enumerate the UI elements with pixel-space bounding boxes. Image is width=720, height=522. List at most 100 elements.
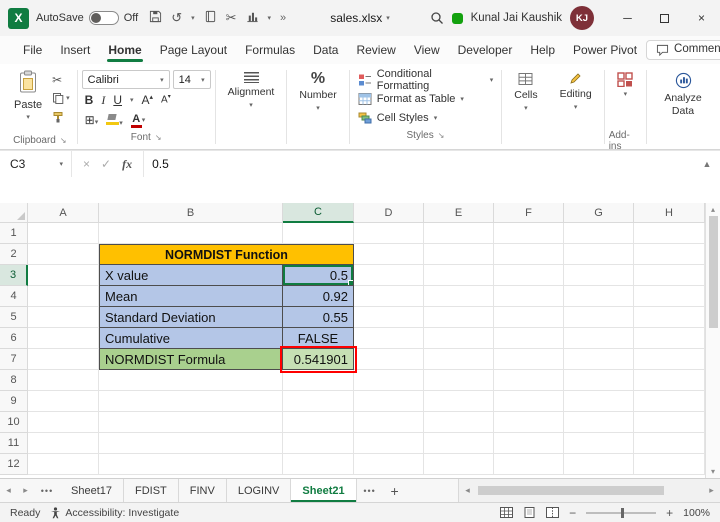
cell[interactable] bbox=[354, 286, 424, 307]
cell[interactable] bbox=[634, 244, 705, 265]
cell[interactable] bbox=[494, 286, 564, 307]
cell[interactable] bbox=[494, 391, 564, 412]
cell[interactable] bbox=[634, 223, 705, 244]
cell-styles-button[interactable]: Cell Styles▾ bbox=[354, 108, 498, 127]
cut-icon[interactable]: ✂ bbox=[52, 72, 70, 87]
cell[interactable] bbox=[564, 223, 634, 244]
cell[interactable] bbox=[564, 412, 634, 433]
tab-review[interactable]: Review bbox=[347, 37, 404, 64]
cell[interactable] bbox=[424, 433, 494, 454]
tab-developer[interactable]: Developer bbox=[449, 37, 522, 64]
row-header-1[interactable]: 1 bbox=[0, 223, 28, 244]
row-header-8[interactable]: 8 bbox=[0, 370, 28, 391]
format-as-table-button[interactable]: Format as Table▾ bbox=[354, 89, 498, 108]
cell[interactable] bbox=[564, 349, 634, 370]
cell[interactable] bbox=[28, 307, 99, 328]
sheet-tab-finv[interactable]: FINV bbox=[179, 479, 227, 502]
tab-home[interactable]: Home bbox=[99, 37, 150, 64]
tab-insert[interactable]: Insert bbox=[51, 37, 99, 64]
cell[interactable] bbox=[494, 454, 564, 475]
tab-formulas[interactable]: Formulas bbox=[236, 37, 304, 64]
cell[interactable] bbox=[28, 223, 99, 244]
maximize-button[interactable] bbox=[646, 0, 683, 36]
font-color-button[interactable]: A▾ bbox=[131, 112, 146, 128]
cell[interactable] bbox=[424, 454, 494, 475]
cell[interactable] bbox=[28, 433, 99, 454]
avatar[interactable]: KJ bbox=[570, 6, 594, 30]
qat-chart-icon[interactable] bbox=[246, 10, 259, 26]
conditional-formatting-button[interactable]: Conditional Formatting▾ bbox=[354, 70, 498, 89]
cell[interactable] bbox=[634, 286, 705, 307]
cell[interactable] bbox=[283, 433, 354, 454]
zoom-in-button[interactable]: + bbox=[666, 506, 673, 520]
name-box[interactable]: C3 ▾ bbox=[0, 151, 72, 177]
borders-button[interactable]: ⊞▾ bbox=[85, 114, 99, 126]
number-button[interactable]: % Number ▾ bbox=[291, 67, 344, 112]
cell[interactable] bbox=[99, 412, 283, 433]
cell[interactable] bbox=[424, 286, 494, 307]
selected-cell-c3[interactable]: 0.5 bbox=[283, 265, 354, 286]
cell[interactable] bbox=[424, 307, 494, 328]
scroll-up-icon[interactable]: ▴ bbox=[711, 203, 715, 216]
cell-x-value-label[interactable]: X value bbox=[99, 265, 283, 286]
cell[interactable] bbox=[354, 391, 424, 412]
decrease-font-button[interactable]: A▾ bbox=[161, 94, 171, 105]
column-header-b[interactable]: B bbox=[99, 203, 283, 223]
cell[interactable] bbox=[564, 286, 634, 307]
cell[interactable] bbox=[424, 391, 494, 412]
cell[interactable] bbox=[28, 328, 99, 349]
row-header-10[interactable]: 10 bbox=[0, 412, 28, 433]
cell[interactable] bbox=[354, 328, 424, 349]
hscroll-right-icon[interactable]: ▸ bbox=[703, 485, 720, 496]
tab-page-layout[interactable]: Page Layout bbox=[151, 37, 236, 64]
bold-button[interactable]: B bbox=[85, 94, 94, 106]
horizontal-scroll-thumb[interactable] bbox=[478, 486, 664, 495]
user-account[interactable]: Kunal Jai Kaushik KJ bbox=[452, 6, 594, 30]
row-header-3[interactable]: 3 bbox=[0, 265, 28, 286]
cell[interactable] bbox=[354, 433, 424, 454]
row-header-9[interactable]: 9 bbox=[0, 391, 28, 412]
cell[interactable] bbox=[99, 433, 283, 454]
formula-bar-collapse-icon[interactable]: ▲ bbox=[694, 159, 720, 169]
zoom-slider-thumb[interactable] bbox=[621, 508, 624, 518]
cell-table-title[interactable]: NORMDIST Function bbox=[99, 244, 354, 265]
column-header-c[interactable]: C bbox=[283, 203, 354, 223]
undo-icon[interactable]: ↺ bbox=[171, 10, 182, 26]
cell[interactable] bbox=[634, 370, 705, 391]
sheet-overflow-left[interactable]: ••• bbox=[34, 479, 60, 502]
select-all-corner[interactable] bbox=[0, 203, 28, 223]
column-header-a[interactable]: A bbox=[28, 203, 99, 223]
autosave-switch[interactable] bbox=[89, 11, 119, 25]
column-header-d[interactable]: D bbox=[354, 203, 424, 223]
sheet-nav-left-icon[interactable]: ◂ bbox=[0, 479, 17, 502]
cell[interactable] bbox=[564, 433, 634, 454]
cell[interactable] bbox=[283, 370, 354, 391]
row-header-4[interactable]: 4 bbox=[0, 286, 28, 307]
new-sheet-button[interactable]: + bbox=[383, 479, 407, 502]
vertical-scroll-thumb[interactable] bbox=[709, 216, 718, 328]
tab-file[interactable]: File bbox=[14, 37, 51, 64]
cell[interactable] bbox=[99, 370, 283, 391]
cell[interactable] bbox=[494, 265, 564, 286]
tab-view[interactable]: View bbox=[405, 37, 449, 64]
cell[interactable] bbox=[28, 244, 99, 265]
sheet-tab-loginv[interactable]: LOGINV bbox=[227, 479, 292, 502]
close-button[interactable]: × bbox=[683, 0, 720, 36]
cell[interactable] bbox=[28, 454, 99, 475]
cell[interactable] bbox=[28, 370, 99, 391]
cell[interactable] bbox=[424, 370, 494, 391]
page-layout-view-button[interactable] bbox=[523, 507, 536, 518]
font-name-select[interactable]: Calibri▾ bbox=[82, 70, 170, 89]
zoom-out-button[interactable]: − bbox=[569, 506, 576, 520]
cell[interactable] bbox=[564, 454, 634, 475]
addins-button[interactable]: ▾ bbox=[609, 67, 641, 98]
minimize-button[interactable]: ─ bbox=[609, 0, 646, 36]
sheet-tab-fdist[interactable]: FDIST bbox=[124, 479, 179, 502]
row-header-11[interactable]: 11 bbox=[0, 433, 28, 454]
cell[interactable] bbox=[564, 307, 634, 328]
column-header-e[interactable]: E bbox=[424, 203, 494, 223]
column-header-f[interactable]: F bbox=[494, 203, 564, 223]
qat-scissors-icon[interactable]: ✂ bbox=[226, 10, 237, 26]
page-break-view-button[interactable] bbox=[546, 507, 559, 518]
enter-icon[interactable]: ✓ bbox=[101, 157, 111, 171]
